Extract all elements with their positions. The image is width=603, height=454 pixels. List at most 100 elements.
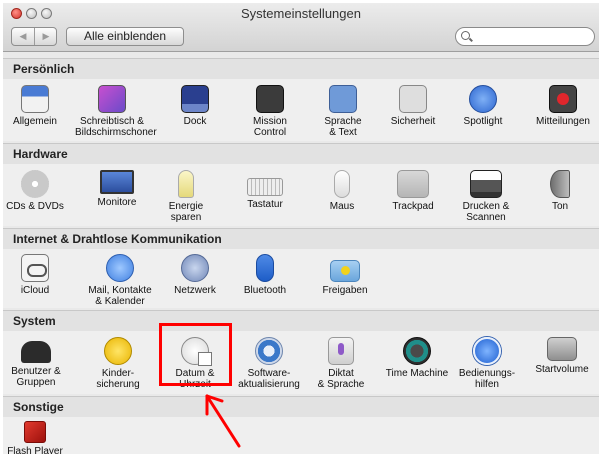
parental-controls-icon <box>104 337 132 365</box>
pref-label: Software- aktualisierung <box>238 368 300 390</box>
pref-label: Freigaben <box>322 285 368 296</box>
system-preferences-window: Systemeinstellungen ◀ ▶ Alle einblenden … <box>3 3 599 454</box>
pref-general[interactable]: Allgemein <box>3 85 72 127</box>
pref-label: Monitore <box>97 197 137 208</box>
pref-label: Sprache & Text <box>324 116 362 138</box>
section-other: Sonstige Flash Player <box>3 396 599 454</box>
pref-software-update[interactable]: Software- aktualisierung <box>232 337 306 390</box>
pref-label: Ton <box>551 201 569 212</box>
pref-energy-saver[interactable]: Energie sparen <box>149 170 223 223</box>
language-text-icon <box>329 85 357 113</box>
pref-security[interactable]: Sicherheit <box>376 85 450 127</box>
pref-label: Bedienungs- hilfen <box>458 368 516 390</box>
pref-label: Dock <box>183 116 207 127</box>
software-update-icon <box>255 337 283 365</box>
highlight-box <box>159 323 232 386</box>
pref-label: Netzwerk <box>174 285 216 296</box>
section-header: Persönlich <box>3 58 599 79</box>
pref-label: Mail, Kontakte & Kalender <box>88 285 152 307</box>
pref-sound[interactable]: Ton <box>523 170 597 212</box>
pref-label: Kinder- sicherung <box>96 368 140 390</box>
general-icon <box>21 85 49 113</box>
pref-parental-controls[interactable]: Kinder- sicherung <box>81 337 155 390</box>
dictation-speech-icon <box>328 337 354 365</box>
pref-label: iCloud <box>20 285 50 296</box>
pref-network[interactable]: Netzwerk <box>158 254 232 296</box>
section-internet-wireless: Internet & Drahtlose Kommunikation iClou… <box>3 228 599 308</box>
search-field[interactable] <box>455 27 595 46</box>
pref-notifications[interactable]: Mitteilungen <box>526 85 599 127</box>
pref-label: Allgemein <box>13 116 57 127</box>
pref-flash-player[interactable]: Flash Player <box>3 421 72 454</box>
mission-control-icon <box>256 85 284 113</box>
pref-time-machine[interactable]: Time Machine <box>380 337 454 379</box>
pref-label: Flash Player <box>7 446 63 454</box>
section-system: System Benutzer & Gruppen Kinder- sicher… <box>3 310 599 394</box>
pref-keyboard[interactable]: Tastatur <box>228 170 302 210</box>
back-button[interactable]: ◀ <box>12 28 35 45</box>
pref-desktop-screensaver[interactable]: Schreibtisch & Bildschirmschoner <box>75 85 157 138</box>
pref-print-scan[interactable]: Drucken & Scannen <box>449 170 523 223</box>
pref-label: Bluetooth <box>243 285 287 296</box>
pref-startup-disk[interactable]: Startvolume <box>525 337 599 375</box>
pref-icloud[interactable]: iCloud <box>3 254 72 296</box>
pref-dock[interactable]: Dock <box>158 85 232 127</box>
spotlight-icon <box>469 85 497 113</box>
pref-sharing[interactable]: Freigaben <box>308 254 382 296</box>
pref-label: Mission Control <box>253 116 287 138</box>
cd-dvd-icon <box>21 170 49 198</box>
pref-trackpad[interactable]: Trackpad <box>376 170 450 212</box>
section-body: Benutzer & Gruppen Kinder- sicherung Dat… <box>3 331 599 394</box>
pref-mail-contacts-calendar[interactable]: Mail, Kontakte & Kalender <box>83 254 157 307</box>
section-title: Sonstige <box>13 400 64 414</box>
sound-icon <box>550 170 570 198</box>
pref-spotlight[interactable]: Spotlight <box>446 85 520 127</box>
section-hardware: Hardware CDs & DVDs Monitore Energie spa… <box>3 143 599 226</box>
mail-contacts-calendar-icon <box>106 254 134 282</box>
accessibility-icon <box>473 337 501 365</box>
pref-cd-dvd[interactable]: CDs & DVDs <box>3 170 72 212</box>
pref-dictation-speech[interactable]: Diktat & Sprache <box>304 337 378 390</box>
pref-mouse[interactable]: Maus <box>305 170 379 212</box>
pref-label: Sicherheit <box>390 116 436 127</box>
pref-label: Schreibtisch & Bildschirmschoner <box>75 116 157 138</box>
pref-users-groups[interactable]: Benutzer & Gruppen <box>3 337 73 388</box>
keyboard-icon <box>247 178 283 196</box>
search-input[interactable] <box>474 29 589 44</box>
section-title: Internet & Drahtlose Kommunikation <box>13 232 222 246</box>
section-title: Persönlich <box>13 62 75 76</box>
annotation-arrow <box>205 394 241 448</box>
section-header: Internet & Drahtlose Kommunikation <box>3 228 599 249</box>
pref-label: Maus <box>329 201 355 212</box>
notifications-icon <box>549 85 577 113</box>
section-header: Sonstige <box>3 396 599 417</box>
section-body: Allgemein Schreibtisch & Bildschirmschon… <box>3 79 599 141</box>
pref-label: Startvolume <box>535 364 589 375</box>
desktop-screensaver-icon <box>98 85 126 113</box>
section-personal: Persönlich Allgemein Schreibtisch & Bild… <box>3 58 599 141</box>
section-header: Hardware <box>3 143 599 164</box>
pref-mission-control[interactable]: Mission Control <box>233 85 307 138</box>
show-all-button[interactable]: Alle einblenden <box>66 27 184 46</box>
pref-label: Energie sparen <box>168 201 204 223</box>
pref-label: Tastatur <box>247 199 283 210</box>
sharing-icon <box>330 260 360 282</box>
pref-label: Drucken & Scannen <box>462 201 510 223</box>
forward-button[interactable]: ▶ <box>35 28 57 45</box>
pref-label: Mitteilungen <box>536 116 590 127</box>
title-bar: Systemeinstellungen ◀ ▶ Alle einblenden <box>3 3 599 52</box>
network-icon <box>181 254 209 282</box>
navigation-segmented-control: ◀ ▶ <box>11 27 57 46</box>
pref-label: CDs & DVDs <box>6 201 64 212</box>
pref-language-text[interactable]: Sprache & Text <box>306 85 380 138</box>
trackpad-icon <box>397 170 429 198</box>
icloud-icon <box>21 254 49 282</box>
pref-displays[interactable]: Monitore <box>80 170 154 208</box>
mouse-icon <box>334 170 350 198</box>
pref-label: Spotlight <box>463 116 503 127</box>
pref-accessibility[interactable]: Bedienungs- hilfen <box>450 337 524 390</box>
pref-bluetooth[interactable]: Bluetooth <box>228 254 302 296</box>
section-body: Flash Player <box>3 417 599 454</box>
users-groups-icon <box>21 341 51 363</box>
dock-icon <box>181 85 209 113</box>
